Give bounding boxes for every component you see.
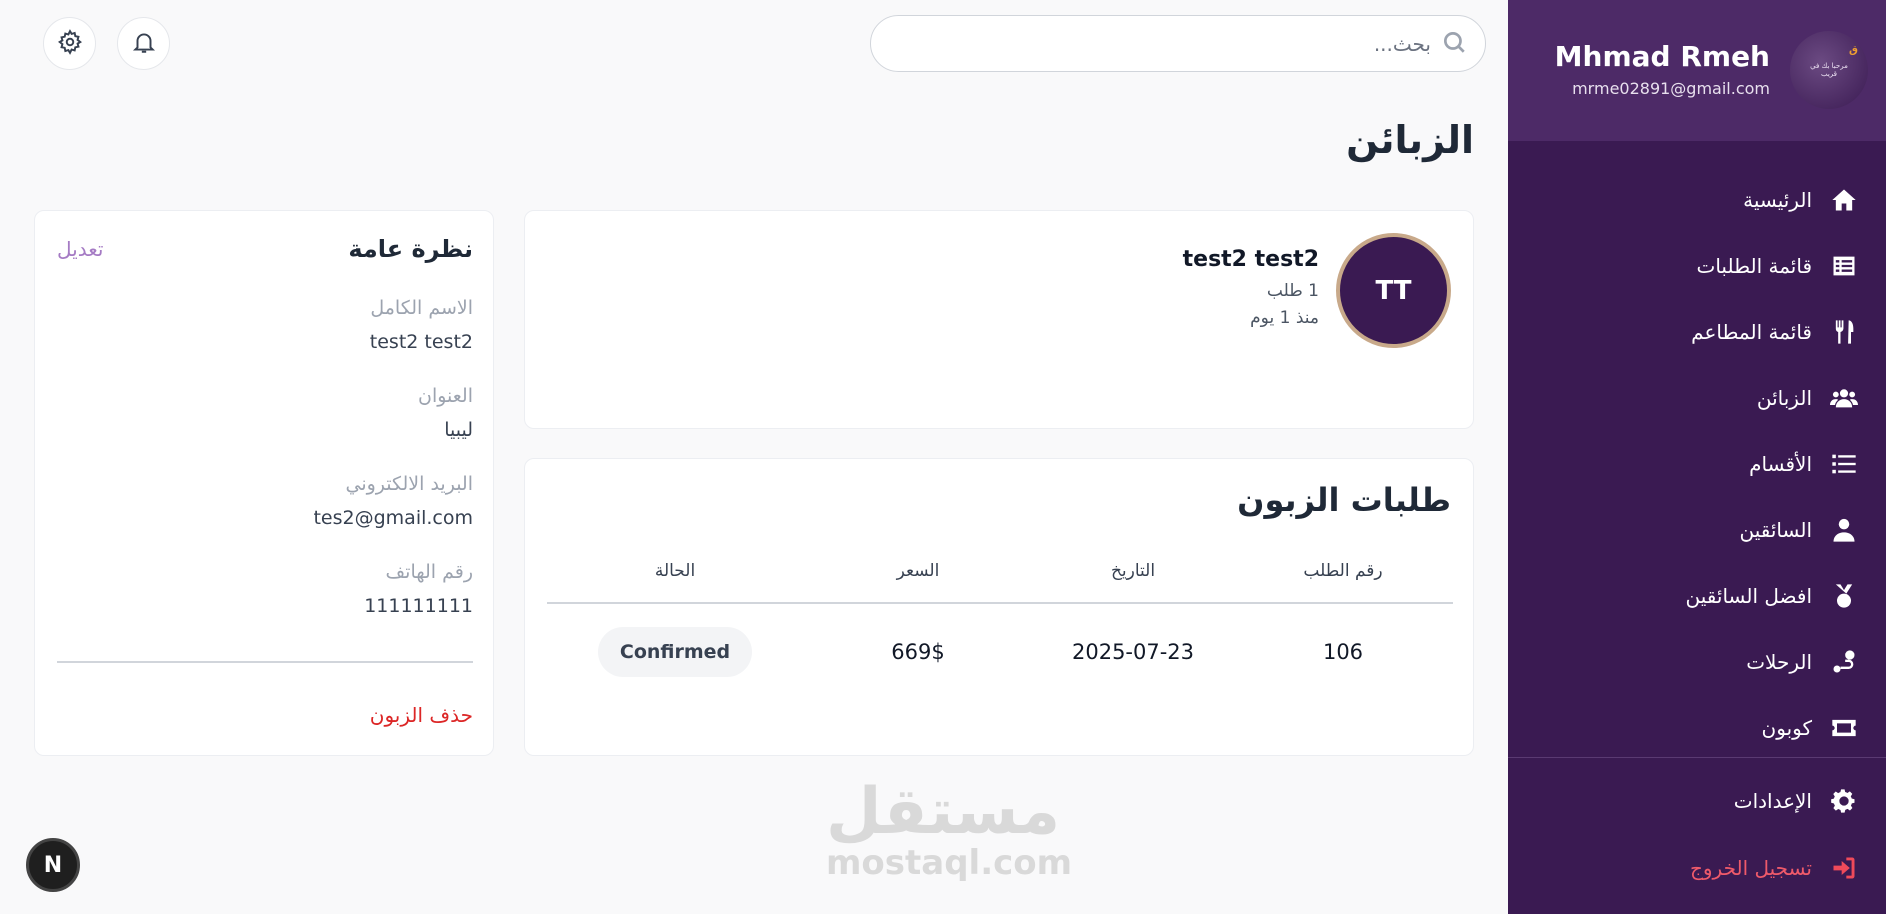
overview-divider [57, 661, 473, 663]
phone-label: رقم الهاتف [385, 561, 473, 583]
profile-email: mrme02891@gmail.com [1572, 79, 1770, 98]
profile-name: Mhmad Rmeh [1554, 40, 1770, 73]
search-icon [1431, 29, 1467, 59]
email-label: البريد الالكتروني [345, 473, 474, 495]
address-label: العنوان [417, 385, 473, 407]
table-row[interactable]: 106 2025-07-23 669$ Confirmed [547, 619, 1453, 685]
customer-orders-count: 1 طلب [1266, 281, 1319, 301]
sidebar-item-label: الرئيسية [1743, 188, 1812, 212]
medal-icon [1828, 580, 1860, 612]
sidebar-item-label: السائقين [1739, 518, 1812, 542]
profile-header: ق مرحبا بك في قريب Mhmad Rmeh mrme02891@… [1508, 0, 1886, 141]
sidebar-item-label: افضل السائقين [1685, 584, 1813, 608]
column-header-order-id: رقم الطلب [1303, 561, 1383, 581]
users-icon [1828, 382, 1860, 414]
overview-card: نظرة عامة تعديل الاسم الكامل test2 test2… [34, 210, 494, 756]
address-value: ليبيا [444, 419, 473, 441]
order-price-cell: 669$ [891, 640, 945, 664]
bell-icon [131, 29, 157, 59]
delete-customer-link[interactable]: حذف الزبون [370, 703, 473, 727]
sidebar-divider [1508, 757, 1886, 758]
sidebar-item-home[interactable]: الرئيسية [1508, 167, 1886, 233]
sidebar-item-label: تسجيل الخروج [1689, 856, 1812, 880]
phone-value: 111111111 [364, 595, 473, 617]
sidebar-item-categories[interactable]: الأقسام [1508, 431, 1886, 497]
full-name-value: test2 test2 [369, 331, 473, 353]
table-header: رقم الطلب التاريخ السعر الحالة [547, 559, 1453, 604]
driver-icon [1828, 514, 1860, 546]
sidebar-item-customers[interactable]: الزبائن [1508, 365, 1886, 431]
column-header-price: السعر [896, 561, 940, 581]
list-table-icon [1828, 250, 1860, 282]
sidebar: ق مرحبا بك في قريب Mhmad Rmeh mrme02891@… [1508, 0, 1886, 914]
order-status-cell: Confirmed [547, 627, 803, 677]
customer-card: TT test2 test2 1 طلب منذ 1 يوم [524, 210, 1474, 429]
watermark: مستقل mostaql.com [826, 775, 1073, 883]
watermark-domain: mostaql.com [826, 843, 1073, 883]
ticket-icon [1828, 712, 1860, 744]
status-badge: Confirmed [597, 627, 753, 677]
next-dev-badge[interactable]: N [26, 838, 80, 892]
order-id-cell: 106 [1322, 640, 1364, 664]
list-icon [1828, 448, 1860, 480]
sidebar-item-label: قائمة الطلبات [1696, 254, 1813, 278]
sidebar-item-label: قائمة المطاعم [1691, 320, 1812, 344]
customer-avatar: TT [1336, 233, 1451, 348]
sidebar-item-orders[interactable]: قائمة الطلبات [1508, 233, 1886, 299]
home-icon [1828, 184, 1860, 216]
sidebar-item-label: الرحلات [1746, 650, 1812, 674]
sidebar-item-label: الزبائن [1756, 386, 1812, 410]
column-header-status: الحالة [654, 561, 696, 581]
logo-mark-icon: ق [1849, 45, 1858, 56]
sidebar-item-top-drivers[interactable]: افضل السائقين [1508, 563, 1886, 629]
order-date-cell: 2025-07-23 [1071, 640, 1195, 664]
sidebar-item-restaurants[interactable]: قائمة المطاعم [1508, 299, 1886, 365]
sidebar-item-label: الأقسام [1749, 452, 1812, 476]
sidebar-item-label: الإعدادات [1733, 789, 1812, 813]
search-input[interactable] [889, 31, 1431, 56]
sidebar-item-label: كوبون [1761, 716, 1812, 740]
avatar[interactable]: ق مرحبا بك في قريب [1790, 31, 1868, 109]
notifications-button[interactable] [117, 17, 170, 70]
full-name-label: الاسم الكامل [370, 297, 473, 319]
sidebar-item-logout[interactable]: تسجيل الخروج [1508, 835, 1886, 901]
customer-name: test2 test2 [1182, 247, 1319, 272]
settings-button[interactable] [43, 17, 96, 70]
page-title: الزبائن [1346, 118, 1474, 162]
edit-link[interactable]: تعديل [57, 237, 103, 261]
orders-title: طلبات الزبون [1237, 481, 1451, 519]
gear-icon [1828, 785, 1860, 817]
utensils-icon [1828, 316, 1860, 348]
avatar-logo-text: مرحبا بك في قريب [1810, 61, 1848, 78]
customer-since: منذ 1 يوم [1250, 308, 1319, 328]
gear-icon [57, 28, 83, 59]
overview-title: نظرة عامة [348, 235, 473, 263]
sidebar-item-drivers[interactable]: السائقين [1508, 497, 1886, 563]
sidebar-item-trips[interactable]: الرحلات [1508, 629, 1886, 695]
search-bar [870, 15, 1486, 72]
sidebar-menu: الرئيسية قائمة الطلبات قائمة المطاعم الز… [1508, 167, 1886, 761]
logout-icon [1828, 852, 1860, 884]
email-value: tes2@gmail.com [313, 507, 473, 529]
route-icon [1828, 646, 1860, 678]
column-header-date: التاريخ [1110, 561, 1156, 581]
sidebar-item-coupon[interactable]: كوبون [1508, 695, 1886, 761]
watermark-arabic: مستقل [826, 775, 1061, 849]
sidebar-item-settings[interactable]: الإعدادات [1508, 768, 1886, 834]
customer-orders-card: طلبات الزبون رقم الطلب التاريخ السعر الح… [524, 458, 1474, 756]
